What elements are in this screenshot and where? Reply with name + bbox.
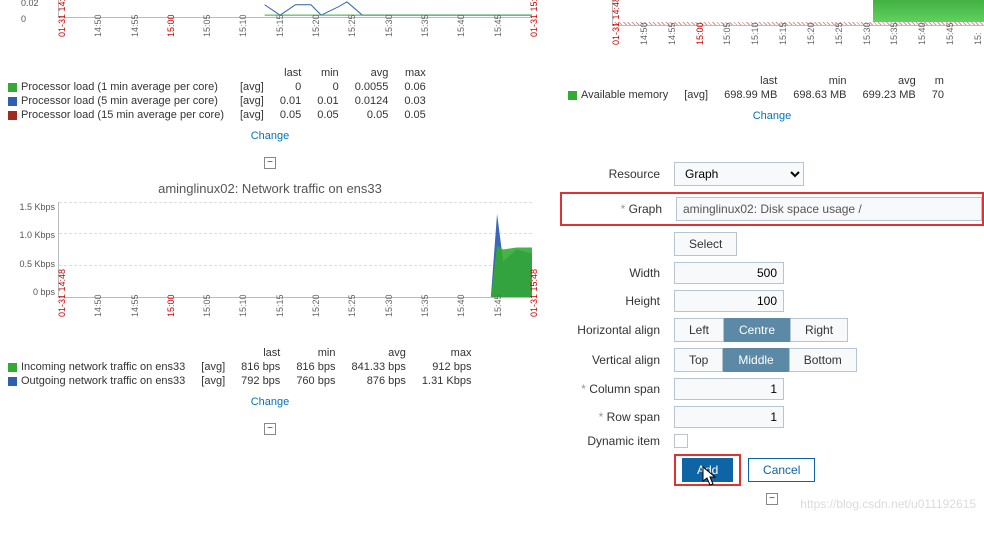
halign-centre[interactable]: Centre	[724, 318, 790, 342]
valign-group: Top Middle Bottom	[674, 348, 857, 372]
mem-xaxis: 01-31 14:48 14:50 14:55 15:00 15:05 15:1…	[560, 26, 984, 50]
dynamic-checkbox[interactable]	[674, 434, 688, 448]
table-row: Available memory [avg] 698.99 MB 698.63 …	[564, 88, 956, 102]
add-button[interactable]: Add	[682, 458, 733, 482]
cpu-change-link[interactable]: Change	[0, 130, 540, 142]
valign-top[interactable]: Top	[674, 348, 723, 372]
resource-select[interactable]: Graph	[674, 162, 804, 186]
valign-label: Vertical align	[560, 353, 660, 367]
table-row: Processor load (15 min average per core)…	[4, 108, 438, 122]
table-row: Processor load (5 min average per core) …	[4, 94, 438, 108]
graph-input[interactable]: aminglinux02: Disk space usage /	[676, 197, 982, 221]
graph-label: Graph	[629, 202, 662, 216]
cpu-legend-table: last min avg max Processor load (1 min a…	[4, 66, 438, 122]
rowspan-label: Row span	[607, 410, 660, 424]
table-row: Outgoing network traffic on ens33 [avg] …	[4, 374, 483, 388]
height-label: Height	[560, 294, 660, 308]
collapse-button[interactable]: −	[766, 493, 778, 505]
cpu-ylabel-0: 0.02	[21, 0, 39, 8]
net-legend-table: last min avg max Incoming network traffi…	[4, 346, 483, 388]
table-row: Incoming network traffic on ens33 [avg] …	[4, 360, 483, 374]
halign-group: Left Centre Right	[674, 318, 848, 342]
cpu-ylabel-1: 0	[21, 14, 26, 24]
width-input[interactable]	[674, 262, 784, 284]
resource-label: Resource	[560, 167, 660, 181]
height-input[interactable]	[674, 290, 784, 312]
dynamic-label: Dynamic item	[560, 434, 660, 448]
width-label: Width	[560, 266, 660, 280]
valign-middle[interactable]: Middle	[723, 348, 788, 372]
mem-legend-table: last min avg m Available memory [avg] 69…	[564, 74, 956, 102]
colspan-label: Column span	[589, 382, 660, 396]
colspan-input[interactable]	[674, 378, 784, 400]
cpu-xaxis: 01-31 14:48 14:50 14:55 15:00 15:05 15:1…	[0, 18, 540, 42]
cancel-button[interactable]: Cancel	[748, 458, 815, 482]
net-chart-title: aminglinux02: Network traffic on ens33	[0, 181, 540, 196]
halign-left[interactable]: Left	[674, 318, 724, 342]
collapse-button[interactable]: −	[264, 423, 276, 435]
valign-bottom[interactable]: Bottom	[789, 348, 857, 372]
collapse-button[interactable]: −	[264, 157, 276, 169]
rowspan-input[interactable]	[674, 406, 784, 428]
table-row: Processor load (1 min average per core) …	[4, 80, 438, 94]
halign-right[interactable]: Right	[790, 318, 848, 342]
net-change-link[interactable]: Change	[0, 396, 540, 408]
halign-label: Horizontal align	[560, 323, 660, 337]
net-xaxis: 01-31 14:48 14:50 14:55 15:00 15:05 15:1…	[0, 298, 540, 322]
net-chart: 1.5 Kbps 1.0 Kbps 0.5 Kbps 0 bps	[58, 202, 532, 298]
mem-change-link[interactable]: Change	[560, 110, 984, 122]
select-graph-button[interactable]: Select	[674, 232, 737, 256]
screen-item-form: Resource Graph Graph aminglinux02: Disk …	[560, 162, 984, 486]
